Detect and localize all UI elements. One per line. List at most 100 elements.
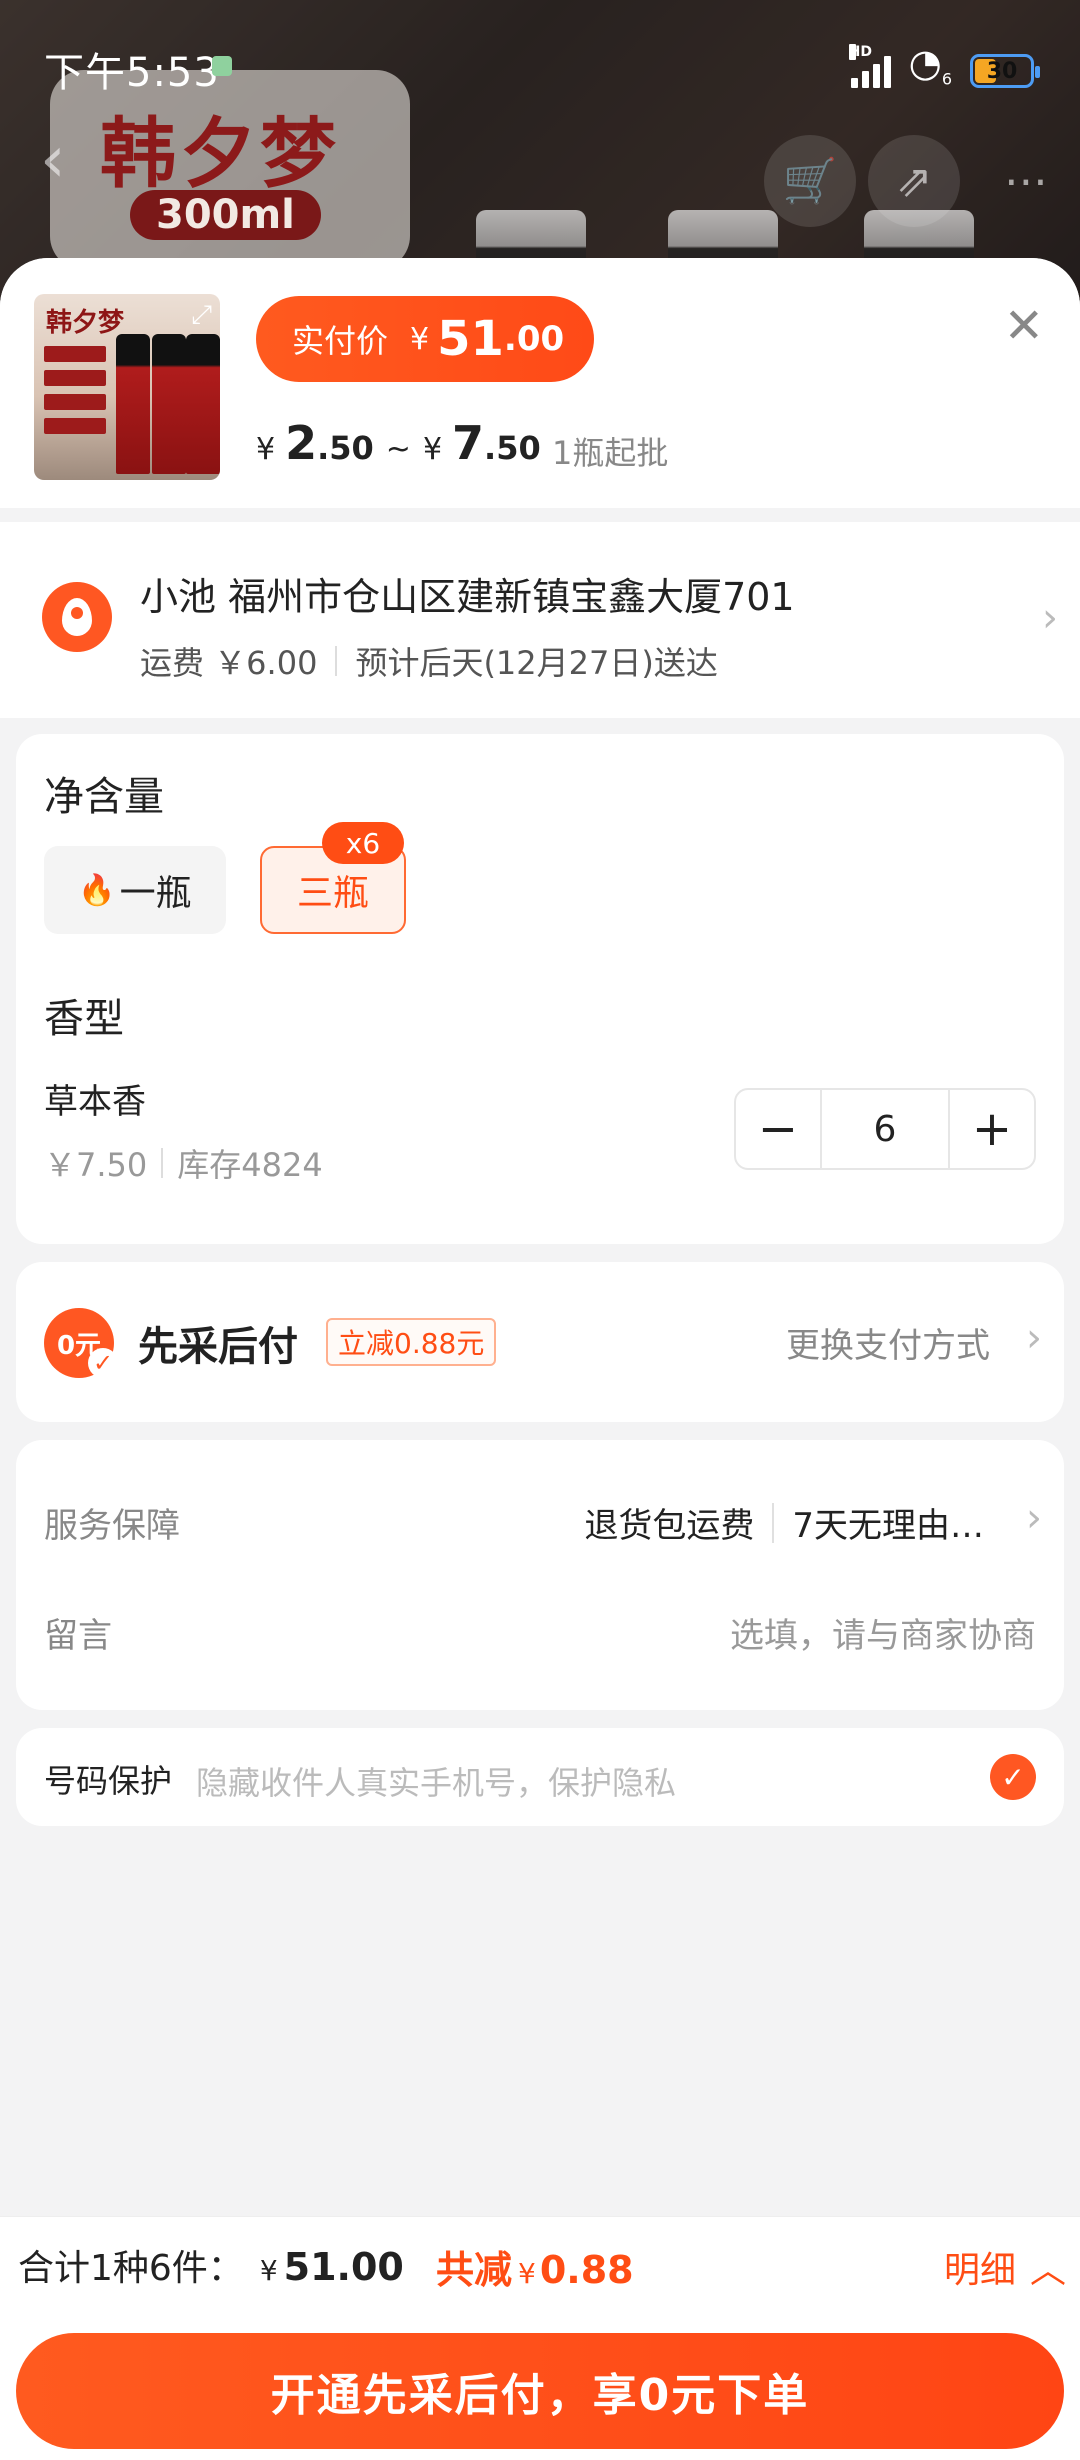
actual-price-label: 实付价 bbox=[292, 322, 389, 360]
checkbox-checked-icon[interactable]: ✓ bbox=[990, 1754, 1036, 1800]
savings-amount: 0.88 bbox=[539, 2248, 634, 2292]
option-badge: x6 bbox=[322, 822, 404, 864]
shipping-fee: 运费 ￥6.00 bbox=[140, 644, 318, 682]
thumbnail-bottle bbox=[116, 334, 150, 474]
order-sheet: 韩夕梦 ⤢ 实付价 ¥ 51 .00 ¥ 2 .50 ~ ¥ 7 .50 1瓶起… bbox=[0, 258, 1080, 2460]
change-payment-link[interactable]: 更换支付方式 bbox=[786, 1318, 990, 1367]
pay-later-icon: 0元 ✓ bbox=[44, 1308, 118, 1378]
product-thumbnail[interactable]: 韩夕梦 ⤢ bbox=[34, 294, 220, 480]
actual-price-int: 51 bbox=[437, 311, 504, 367]
option-label: 一瓶 bbox=[119, 873, 192, 914]
signal-hd-label: HD bbox=[848, 44, 872, 61]
scent-title: 香型 bbox=[44, 996, 124, 1042]
divider bbox=[335, 646, 338, 676]
phone-protection-label: 号码保护 bbox=[44, 1762, 173, 1800]
divider bbox=[772, 1502, 775, 1543]
savings-label: 共减 bbox=[436, 2248, 513, 2292]
currency-symbol: ¥ bbox=[410, 321, 430, 357]
actual-price-dec: .00 bbox=[503, 319, 565, 359]
phone-protection-hint: 隐藏收件人真实手机号，保护隐私 bbox=[196, 1764, 677, 1802]
battery-level: 30 bbox=[986, 58, 1018, 84]
total-amount: 51.00 bbox=[283, 2245, 404, 2289]
option-label: 三瓶 bbox=[296, 873, 369, 914]
chevron-right-icon: › bbox=[1026, 1495, 1042, 1541]
expand-icon[interactable]: ⤢ bbox=[191, 300, 212, 331]
check-icon: ✓ bbox=[88, 1348, 118, 1378]
notification-icon bbox=[212, 56, 232, 76]
service-label: 服务保障 bbox=[44, 1506, 180, 1546]
scent-meta: ￥7.50 库存4824 bbox=[44, 1140, 323, 1186]
shipping-info: 运费 ￥6.00 预计后天(12月27日)送达 bbox=[140, 638, 718, 684]
scent-name: 草本香 bbox=[44, 1082, 146, 1122]
status-time: 下午5:53 bbox=[44, 50, 220, 96]
status-icons: HD ◔6 30 bbox=[848, 41, 1040, 99]
share-icon[interactable]: ⇗ bbox=[868, 135, 960, 227]
divider bbox=[161, 1148, 164, 1178]
address-row[interactable]: 小池 福州市仓山区建新镇宝鑫大厦701 运费 ￥6.00 预计后天(12月27日… bbox=[0, 522, 1080, 718]
detail-toggle[interactable]: 明细 ︿ bbox=[944, 2241, 1066, 2293]
more-icon[interactable]: ⋯ bbox=[980, 135, 1072, 227]
status-bar: 下午5:53 HD ◔6 30 bbox=[0, 0, 1080, 130]
scent-price: ￥7.50 bbox=[44, 1146, 148, 1184]
thumbnail-tag bbox=[44, 346, 106, 362]
guarantee-7day-return: 7天无理由… bbox=[792, 1506, 984, 1546]
order-total: 合计1种6件： ¥ 51.00 bbox=[18, 2239, 404, 2291]
thumbnail-tag bbox=[44, 418, 106, 434]
close-icon[interactable]: ✕ bbox=[1004, 302, 1044, 350]
min-order: 1瓶起批 bbox=[552, 434, 669, 472]
discount-tag: 立减0.88元 bbox=[326, 1318, 497, 1366]
actual-price-pill: 实付价 ¥ 51 .00 bbox=[256, 296, 594, 382]
chevron-right-icon: › bbox=[1026, 1315, 1042, 1361]
wifi-label: 6 bbox=[941, 69, 952, 89]
quantity-input[interactable]: 6 bbox=[820, 1090, 950, 1168]
address-line: 小池 福州市仓山区建新镇宝鑫大厦701 bbox=[140, 575, 795, 619]
payment-title: 先采后付 bbox=[138, 1324, 298, 1370]
currency-symbol: ¥ bbox=[256, 432, 276, 467]
battery-icon: 30 bbox=[970, 54, 1040, 89]
price-high-int: 7 bbox=[452, 416, 485, 470]
phone-protection-row[interactable]: 号码保护 隐藏收件人真实手机号，保护隐私 ✓ bbox=[16, 1728, 1064, 1826]
total-label: 合计1种6件： bbox=[18, 2248, 244, 2289]
price-low-int: 2 bbox=[285, 416, 318, 470]
signal-icon: HD bbox=[848, 44, 891, 89]
chevron-right-icon: › bbox=[1042, 595, 1058, 641]
price-high-dec: .50 bbox=[484, 429, 541, 467]
plus-button[interactable]: + bbox=[950, 1090, 1034, 1168]
spec-title: 净含量 bbox=[44, 774, 164, 820]
delivery-estimate: 预计后天(12月27日)送达 bbox=[355, 644, 718, 682]
thumbnail-bottle bbox=[186, 334, 220, 474]
sheet-header: 韩夕梦 ⤢ 实付价 ¥ 51 .00 ¥ 2 .50 ~ ¥ 7 .50 1瓶起… bbox=[0, 258, 1080, 508]
detail-label: 明细 bbox=[943, 2250, 1016, 2291]
price-range-separator: ~ bbox=[385, 432, 411, 467]
thumbnail-tag bbox=[44, 394, 106, 410]
total-savings: 共减 ¥ 0.88 bbox=[436, 2239, 634, 2294]
background-volume: 300ml bbox=[130, 190, 321, 240]
back-icon[interactable]: ‹ bbox=[40, 128, 66, 192]
payment-method-row[interactable]: 0元 ✓ 先采后付 立减0.88元 更换支付方式 › bbox=[16, 1262, 1064, 1422]
chevron-up-icon: ︿ bbox=[1029, 2250, 1066, 2291]
guarantee-return-shipping: 退货包运费 bbox=[584, 1506, 755, 1546]
cart-icon[interactable]: 🛒 bbox=[764, 135, 856, 227]
location-pin-icon bbox=[42, 582, 112, 652]
service-guarantees[interactable]: 退货包运费 7天无理由… bbox=[584, 1498, 984, 1547]
thumbnail-brand: 韩夕梦 bbox=[46, 308, 125, 338]
currency-symbol: ¥ bbox=[518, 2257, 536, 2290]
checkout-bar: 合计1种6件： ¥ 51.00 共减 ¥ 0.88 明细 ︿ 开通先采后付，享0… bbox=[0, 2216, 1080, 2460]
thumbnail-tag bbox=[44, 370, 106, 386]
service-card: 服务保障 退货包运费 7天无理由… › 留言 选填，请与商家协商 bbox=[16, 1440, 1064, 1710]
currency-symbol: ¥ bbox=[422, 432, 443, 467]
currency-symbol: ¥ bbox=[259, 2254, 278, 2287]
price-range: ¥ 2 .50 ~ ¥ 7 .50 bbox=[256, 416, 541, 470]
message-input[interactable]: 选填，请与商家协商 bbox=[730, 1608, 1036, 1657]
quantity-stepper: − 6 + bbox=[734, 1088, 1036, 1170]
price-low-dec: .50 bbox=[317, 429, 374, 467]
thumbnail-bottle bbox=[152, 334, 186, 474]
message-label: 留言 bbox=[44, 1616, 112, 1656]
submit-order-button[interactable]: 开通先采后付，享0元下单 bbox=[16, 2333, 1064, 2449]
option-one-bottle[interactable]: 🔥 一瓶 bbox=[44, 846, 226, 934]
fire-icon: 🔥 bbox=[78, 872, 116, 908]
scent-stock: 库存4824 bbox=[177, 1146, 323, 1184]
spec-card: 净含量 🔥 一瓶 三瓶 x6 香型 草本香 ￥7.50 库存4824 − 6 + bbox=[16, 734, 1064, 1244]
minus-button[interactable]: − bbox=[736, 1090, 820, 1168]
wifi-icon: ◔6 bbox=[908, 41, 952, 89]
